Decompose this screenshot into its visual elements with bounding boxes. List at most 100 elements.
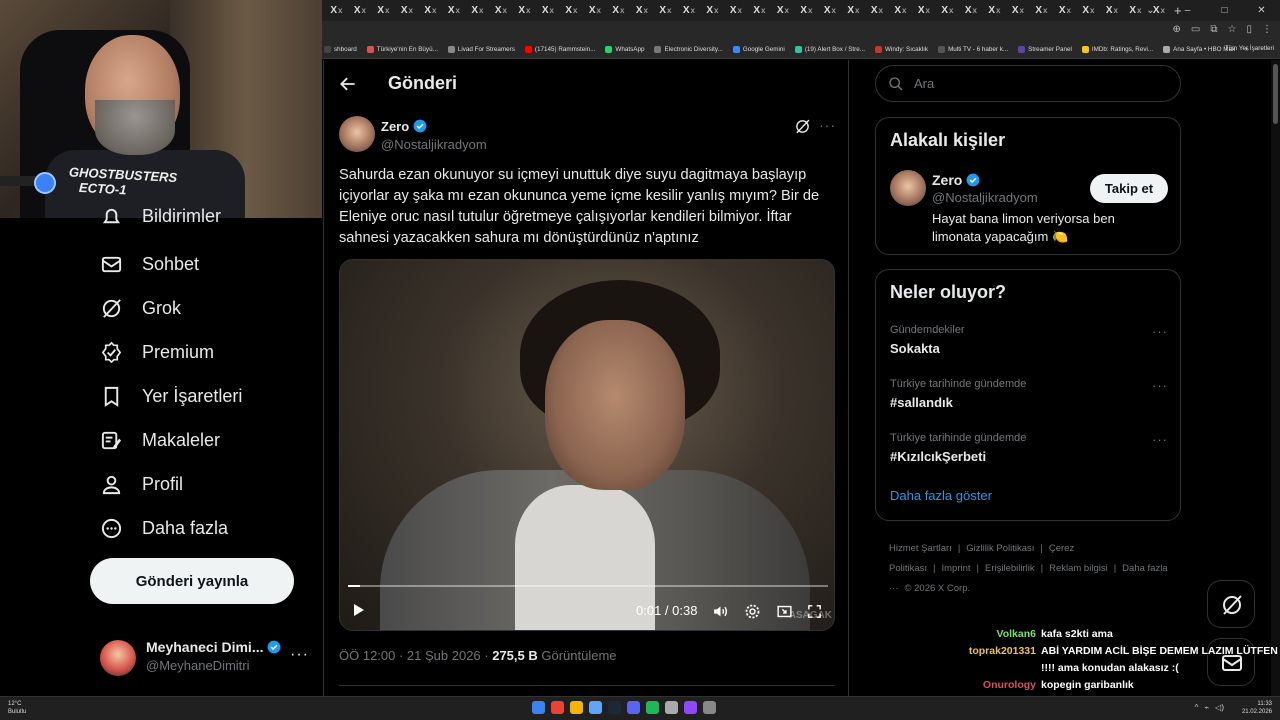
grok-button[interactable]	[1207, 580, 1255, 628]
picture-in-picture-icon[interactable]	[776, 603, 793, 620]
tab-close-icon[interactable]: x	[902, 6, 906, 15]
footer-link[interactable]: Erişilebilirlik	[985, 563, 1035, 574]
taskbar-app-icon[interactable]	[703, 701, 716, 714]
browser-tab[interactable]: Xx	[745, 0, 769, 21]
nav-item-articles[interactable]: Makaleler	[100, 429, 220, 452]
tab-close-icon[interactable]: x	[738, 6, 742, 15]
taskbar-app-icon[interactable]	[608, 701, 621, 714]
minimize-icon[interactable]: –	[1169, 0, 1206, 21]
browser-tab[interactable]: Xx	[957, 0, 981, 21]
taskbar-app-icon[interactable]	[570, 701, 583, 714]
split-icon[interactable]: ▯	[1246, 24, 1252, 35]
star-icon[interactable]: ☆	[1228, 24, 1237, 35]
network-icon[interactable]: ⌁	[1204, 703, 1209, 712]
bookmark-item[interactable]: Türkiye'nin En Büyü...	[366, 46, 438, 53]
browser-tab[interactable]: Xx	[440, 0, 464, 21]
tab-close-icon[interactable]: x	[691, 6, 695, 15]
tab-close-icon[interactable]: x	[550, 6, 554, 15]
nav-item-more[interactable]: Daha fazla	[100, 517, 228, 540]
tab-close-icon[interactable]: x	[409, 6, 413, 15]
browser-tab[interactable]: Xx	[322, 0, 346, 21]
tab-close-icon[interactable]: x	[526, 6, 530, 15]
play-icon[interactable]	[350, 602, 366, 618]
speaker-icon[interactable]: ◁)	[1215, 703, 1224, 712]
browser-tab[interactable]: Xx	[651, 0, 675, 21]
account-more-icon[interactable]: ···	[290, 646, 309, 664]
chevron-up-icon[interactable]: ^	[1195, 703, 1199, 712]
tab-close-icon[interactable]: x	[714, 6, 718, 15]
tab-close-icon[interactable]: x	[949, 6, 953, 15]
tab-close-icon[interactable]: x	[597, 6, 601, 15]
scrollbar-thumb[interactable]	[1273, 64, 1278, 124]
browser-tab[interactable]: Xx	[675, 0, 699, 21]
browser-tab[interactable]: Xx	[816, 0, 840, 21]
footer-link[interactable]: © 2026 X Corp.	[905, 583, 971, 594]
browser-tab[interactable]: Xx	[534, 0, 558, 21]
taskbar-app-icon[interactable]	[551, 701, 564, 714]
zoom-icon[interactable]: ⊕	[1173, 24, 1181, 35]
tab-close-icon[interactable]: x	[855, 6, 859, 15]
cast-icon[interactable]: ▭	[1191, 24, 1200, 35]
tab-close-icon[interactable]: x	[832, 6, 836, 15]
related-handle[interactable]: @Nostaljikradyom	[932, 190, 1038, 205]
tab-close-icon[interactable]: x	[761, 6, 765, 15]
browser-tab[interactable]: Xx	[604, 0, 628, 21]
tab-close-icon[interactable]: x	[503, 6, 507, 15]
taskbar-app-icon[interactable]	[627, 701, 640, 714]
browser-tab[interactable]: Xx	[1027, 0, 1051, 21]
tweet-author-name[interactable]: Zero	[381, 119, 427, 134]
tab-close-icon[interactable]: x	[573, 6, 577, 15]
taskbar-app-icon[interactable]	[532, 701, 545, 714]
browser-tab[interactable]: Xx	[722, 0, 746, 21]
browser-tab[interactable]: Xx	[581, 0, 605, 21]
bookmark-item[interactable]: IMDb: Ratings, Revi...	[1081, 46, 1153, 53]
browser-tab[interactable]: Xx	[886, 0, 910, 21]
browser-tab[interactable]: Xx	[769, 0, 793, 21]
tab-close-icon[interactable]: x	[879, 6, 883, 15]
tab-close-icon[interactable]: x	[1090, 6, 1094, 15]
tab-close-icon[interactable]: x	[996, 6, 1000, 15]
footer-link[interactable]: Gizlilik Politikası	[966, 543, 1034, 554]
browser-tab[interactable]: Xx	[1074, 0, 1098, 21]
nav-item-bookmarks[interactable]: Yer İşaretleri	[100, 385, 242, 408]
account-switcher[interactable]: Meyhaneci Dimi... @MeyhaneDimitri ···	[100, 636, 310, 676]
all-bookmarks[interactable]: Tüm Yer İşaretleri	[1225, 45, 1274, 52]
fullscreen-icon[interactable]	[806, 603, 823, 620]
browser-tab[interactable]: Xx	[416, 0, 440, 21]
taskbar-app-icon[interactable]	[665, 701, 678, 714]
browser-tab[interactable]: Xx	[557, 0, 581, 21]
tab-close-icon[interactable]: x	[479, 6, 483, 15]
tab-close-icon[interactable]: x	[385, 6, 389, 15]
bookmark-item[interactable]: (19) Alert Box / Stre...	[794, 46, 865, 53]
tweet-author-handle[interactable]: @Nostaljikradyom	[381, 137, 487, 152]
tab-close-icon[interactable]: x	[456, 6, 460, 15]
maximize-icon[interactable]: □	[1206, 0, 1243, 21]
bookmark-item[interactable]: Livad For Streamers	[447, 46, 515, 53]
taskbar-app-icon[interactable]	[589, 701, 602, 714]
browser-tab[interactable]: Xx	[839, 0, 863, 21]
tab-close-icon[interactable]: x	[1043, 6, 1047, 15]
tab-close-icon[interactable]: x	[667, 6, 671, 15]
follow-button[interactable]: Takip et	[1090, 174, 1168, 203]
browser-tab[interactable]: Xx	[463, 0, 487, 21]
volume-icon[interactable]	[712, 603, 729, 620]
tab-close-icon[interactable]: x	[973, 6, 977, 15]
browser-tab[interactable]: Xx	[863, 0, 887, 21]
nav-item-profile[interactable]: Profil	[100, 473, 183, 496]
post-button[interactable]: Gönderi yayınla	[90, 558, 294, 604]
related-avatar[interactable]	[890, 170, 926, 206]
taskbar-app-icon[interactable]	[684, 701, 697, 714]
close-window-icon[interactable]: ✕	[1243, 0, 1280, 21]
bookmark-item[interactable]: Google Gemini	[732, 46, 785, 53]
browser-tab[interactable]: Xx	[1098, 0, 1122, 21]
trend-more-icon[interactable]: ···	[1152, 378, 1168, 393]
nav-item-grok[interactable]: Grok	[100, 297, 181, 320]
bookmark-item[interactable]: Multi TV - 6 haber k...	[938, 46, 1008, 53]
trend-more-icon[interactable]: ···	[1152, 324, 1168, 339]
grok-explain-icon[interactable]	[794, 118, 811, 135]
browser-tab[interactable]: Xx	[1004, 0, 1028, 21]
tab-close-icon[interactable]: x	[785, 6, 789, 15]
tab-close-icon[interactable]: x	[1020, 6, 1024, 15]
nav-item-chat[interactable]: Sohbet	[100, 253, 199, 276]
browser-tab[interactable]: Xx	[698, 0, 722, 21]
